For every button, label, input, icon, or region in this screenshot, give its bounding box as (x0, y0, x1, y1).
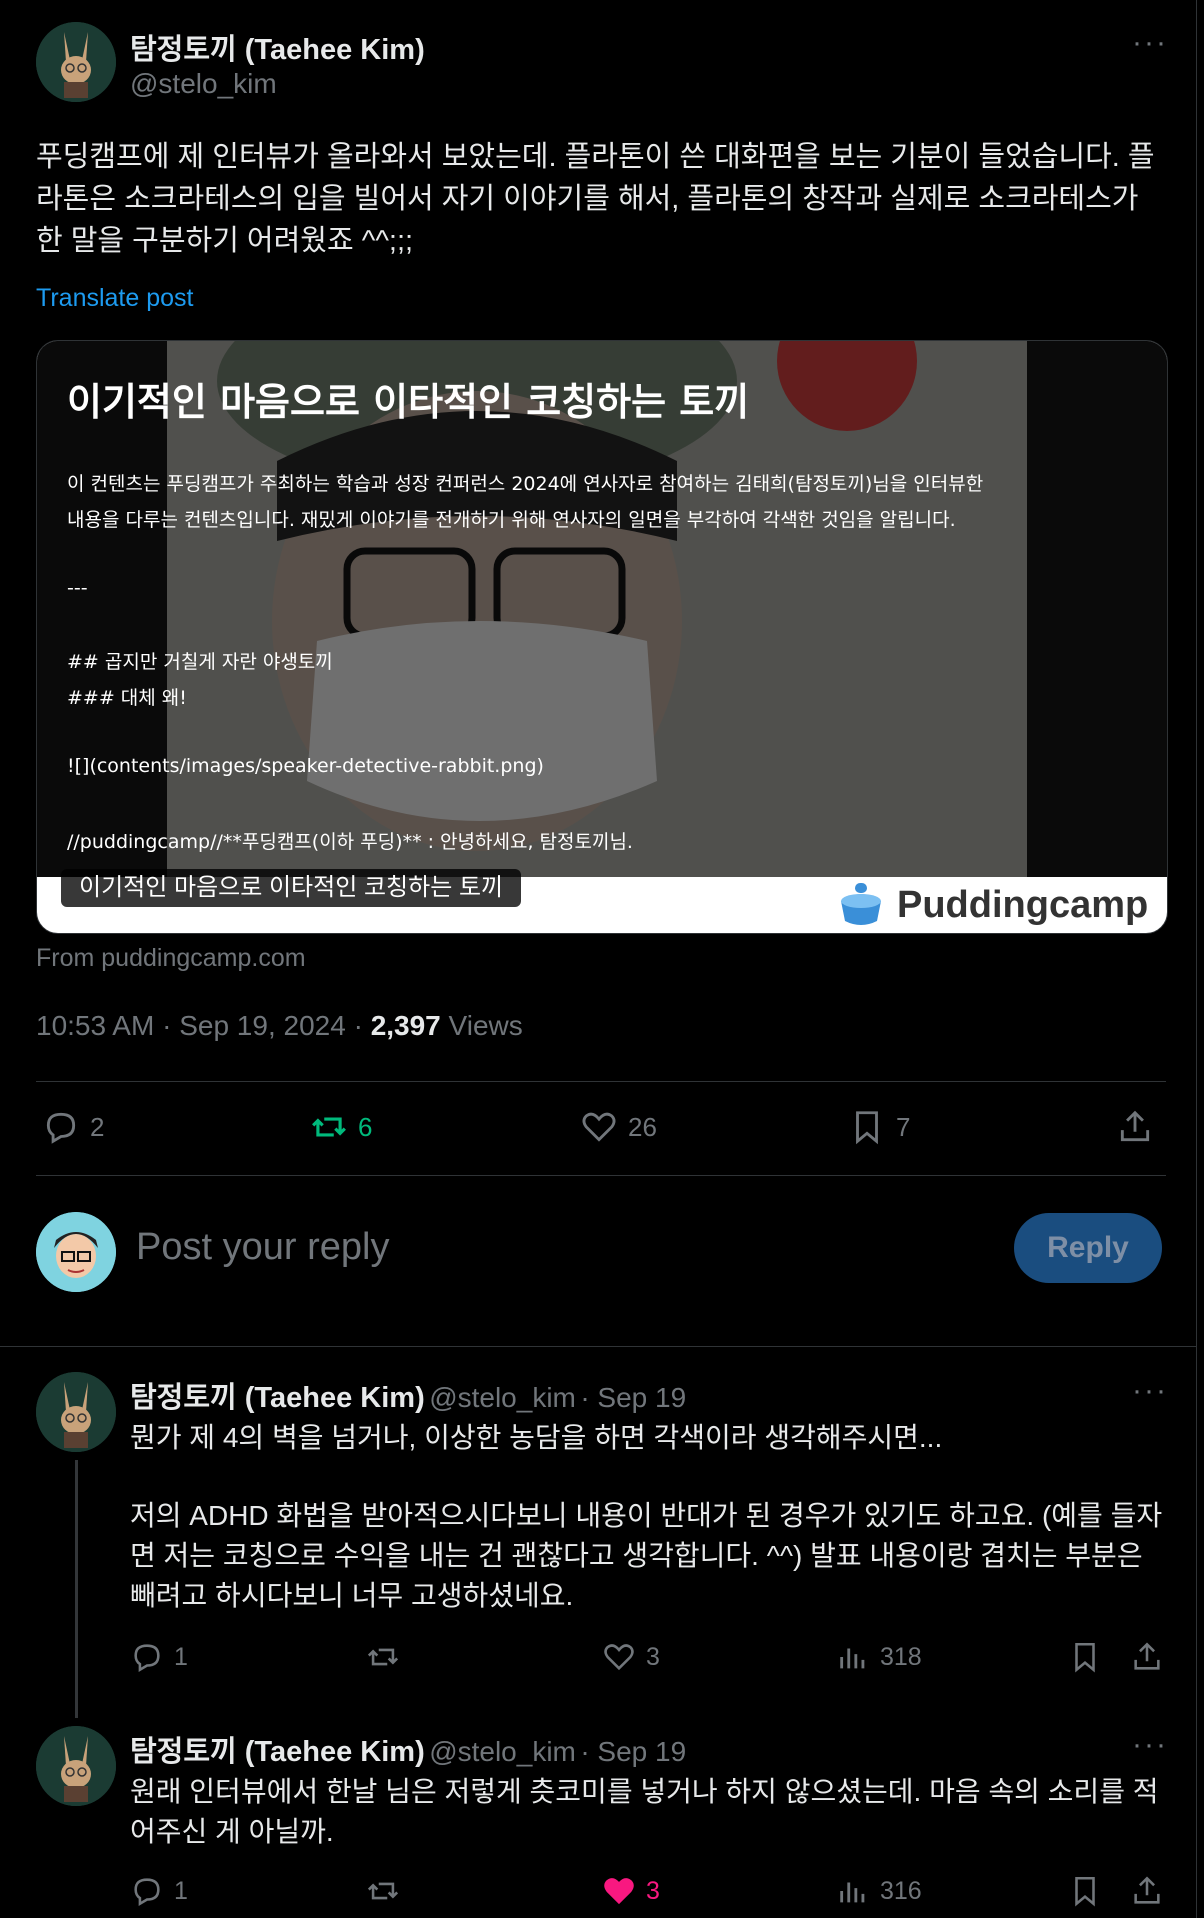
views-count: 318 (880, 1642, 922, 1671)
divider (36, 1081, 1166, 1082)
repost-icon (367, 1648, 399, 1666)
like-count: 3 (646, 1876, 660, 1905)
card-image: 이기적인 마음으로 이타적인 코칭하는 토끼 이 컨텐츠는 푸딩캠프가 주최하는… (37, 341, 1167, 877)
card-last-line: //puddingcamp//**푸딩캠프(이하 푸딩)** : 안녕하세요, … (67, 831, 633, 853)
reply-count: 2 (90, 1111, 105, 1142)
reply-2-repost-action[interactable] (366, 1874, 400, 1908)
reply-text-line: 뭔가 제 4의 벽을 넘거나, 이상한 농담을 하면 각색이라 생각해주시면..… (130, 1422, 943, 1453)
reply-icon (134, 1878, 160, 1907)
card-body-line-1: 이 컨텐츠는 푸딩캠프가 주최하는 학습과 성장 컨퍼런스 2024에 연사자로… (67, 473, 984, 495)
reply-1-avatar[interactable] (36, 1372, 116, 1452)
share-icon (1134, 1876, 1160, 1904)
card-title: 이기적인 마음으로 이타적인 코칭하는 토끼 (67, 380, 750, 424)
repost-icon (312, 1117, 346, 1137)
bookmark-action[interactable]: 7 (848, 1108, 910, 1146)
reply-date[interactable]: · Sep 19 (580, 1382, 686, 1413)
repost-count: 6 (358, 1111, 373, 1142)
card-h2: ## 곱지만 거칠게 자란 야생토끼 (67, 651, 333, 673)
post-meta: 10:53 AM · Sep 19, 2024 · 2,397 Views (36, 1010, 523, 1042)
reply-1-share-action[interactable] (1130, 1640, 1164, 1674)
reply-2-avatar[interactable] (36, 1726, 116, 1806)
share-icon (1120, 1110, 1150, 1142)
author-name[interactable]: 탐정토끼 (Taehee Kim) (130, 26, 425, 68)
views-count: 2,397 (370, 1010, 441, 1041)
reply-button[interactable]: Reply (1014, 1213, 1162, 1283)
meta-dot: · (353, 1010, 371, 1041)
reply-2-reply-action[interactable]: 1 (130, 1874, 188, 1908)
reply-2-views-action[interactable]: 316 (836, 1874, 922, 1908)
views-count: 316 (880, 1876, 922, 1905)
author-avatar[interactable] (36, 22, 116, 102)
reply-author-name[interactable]: 탐정토끼 (Taehee Kim) (130, 1736, 425, 1768)
like-icon (604, 1644, 634, 1671)
reply-2-share-action[interactable] (1130, 1874, 1164, 1908)
share-action[interactable] (1116, 1108, 1154, 1146)
section-divider (0, 1346, 1196, 1347)
reply-1-header: 탐정토끼 (Taehee Kim) @stelo_kim · Sep 19 (130, 1374, 686, 1416)
bookmark-icon (856, 1111, 878, 1145)
views-icon (840, 1882, 865, 1903)
post-time[interactable]: 10:53 AM (36, 1010, 154, 1041)
reply-1-views-action[interactable]: 318 (836, 1640, 922, 1674)
reply-count: 1 (174, 1642, 188, 1671)
pudding-logo-icon (841, 883, 881, 925)
translate-post-link[interactable]: Translate post (36, 284, 193, 313)
more-icon[interactable]: ··· (1132, 26, 1168, 60)
reply-icon (134, 1644, 160, 1673)
reply-date[interactable]: · Sep 19 (580, 1736, 686, 1767)
reply-text-paragraph: 저의 ADHD 화법을 받아적으시다보니 내용이 반대가 된 경우가 있기도 하… (130, 1500, 1163, 1611)
rabbit-avatar-icon (36, 1726, 116, 1806)
views-icon (840, 1648, 865, 1669)
reply-1-repost-action[interactable] (366, 1640, 400, 1674)
author-handle[interactable]: @stelo_kim (130, 68, 277, 100)
reply-1-reply-action[interactable]: 1 (130, 1640, 188, 1674)
like-icon (604, 1878, 634, 1905)
like-count: 26 (628, 1111, 657, 1142)
my-avatar[interactable] (36, 1212, 116, 1292)
link-preview-card[interactable]: 이기적인 마음으로 이타적인 코칭하는 토끼 이 컨텐츠는 푸딩캠프가 주최하는… (36, 340, 1168, 934)
reply-1-bookmark-action[interactable] (1068, 1640, 1102, 1674)
rabbit-avatar-icon (36, 1372, 116, 1452)
meta-dot: · (162, 1010, 180, 1041)
reply-text-line: 원래 인터뷰에서 한날 님은 저렇게 츳코미를 넣거나 하지 않으셨는데. 마음… (130, 1776, 1159, 1847)
repost-icon (367, 1882, 399, 1900)
more-icon[interactable]: ··· (1132, 1728, 1168, 1762)
card-image-markdown: ![](contents/images/speaker-detective-ra… (67, 755, 544, 777)
rabbit-avatar-icon (36, 22, 116, 102)
puddingcamp-wordmark: Puddingcamp (897, 883, 1149, 926)
card-hr: --- (67, 577, 88, 599)
repost-action[interactable]: 6 (310, 1108, 372, 1146)
user-avatar-icon (36, 1212, 116, 1292)
reply-author-handle[interactable]: @stelo_kim (429, 1382, 576, 1413)
reply-action[interactable]: 2 (42, 1108, 104, 1146)
thread-line (75, 1460, 78, 1718)
puddingcamp-brand: Puddingcamp (835, 881, 1148, 929)
post-date[interactable]: Sep 19, 2024 (179, 1010, 346, 1041)
bookmark-icon (1075, 1876, 1095, 1907)
card-h3: ### 대체 왜! (67, 687, 187, 709)
bookmark-icon (1075, 1642, 1095, 1673)
like-count: 3 (646, 1642, 660, 1671)
reply-2-like-action[interactable]: 3 (602, 1874, 660, 1908)
views-label: Views (448, 1010, 523, 1041)
post-text: 푸딩캠프에 제 인터뷰가 올라와서 보았는데. 플라톤이 쓴 대화편을 보는 기… (36, 141, 1155, 257)
card-source[interactable]: From puddingcamp.com (36, 944, 306, 973)
bookmark-count: 7 (896, 1111, 911, 1142)
reply-icon (46, 1112, 76, 1144)
card-body-line-2: 내용을 다루는 컨텐츠입니다. 재밌게 이야기를 전개하기 위해 연사자의 일면… (67, 509, 956, 531)
share-icon (1134, 1642, 1160, 1670)
reply-author-name[interactable]: 탐정토끼 (Taehee Kim) (130, 1382, 425, 1414)
card-title-pill: 이기적인 마음으로 이타적인 코칭하는 토끼 (61, 869, 522, 907)
reply-input[interactable]: Post your reply (136, 1226, 389, 1269)
reply-2-bookmark-action[interactable] (1068, 1874, 1102, 1908)
reply-2-header: 탐정토끼 (Taehee Kim) @stelo_kim · Sep 19 (130, 1728, 686, 1770)
reply-author-handle[interactable]: @stelo_kim (429, 1736, 576, 1767)
reply-1-like-action[interactable]: 3 (602, 1640, 660, 1674)
reply-count: 1 (174, 1876, 188, 1905)
like-action[interactable]: 26 (580, 1108, 657, 1146)
divider (36, 1175, 1166, 1176)
like-icon (582, 1112, 616, 1142)
more-icon[interactable]: ··· (1132, 1374, 1168, 1408)
